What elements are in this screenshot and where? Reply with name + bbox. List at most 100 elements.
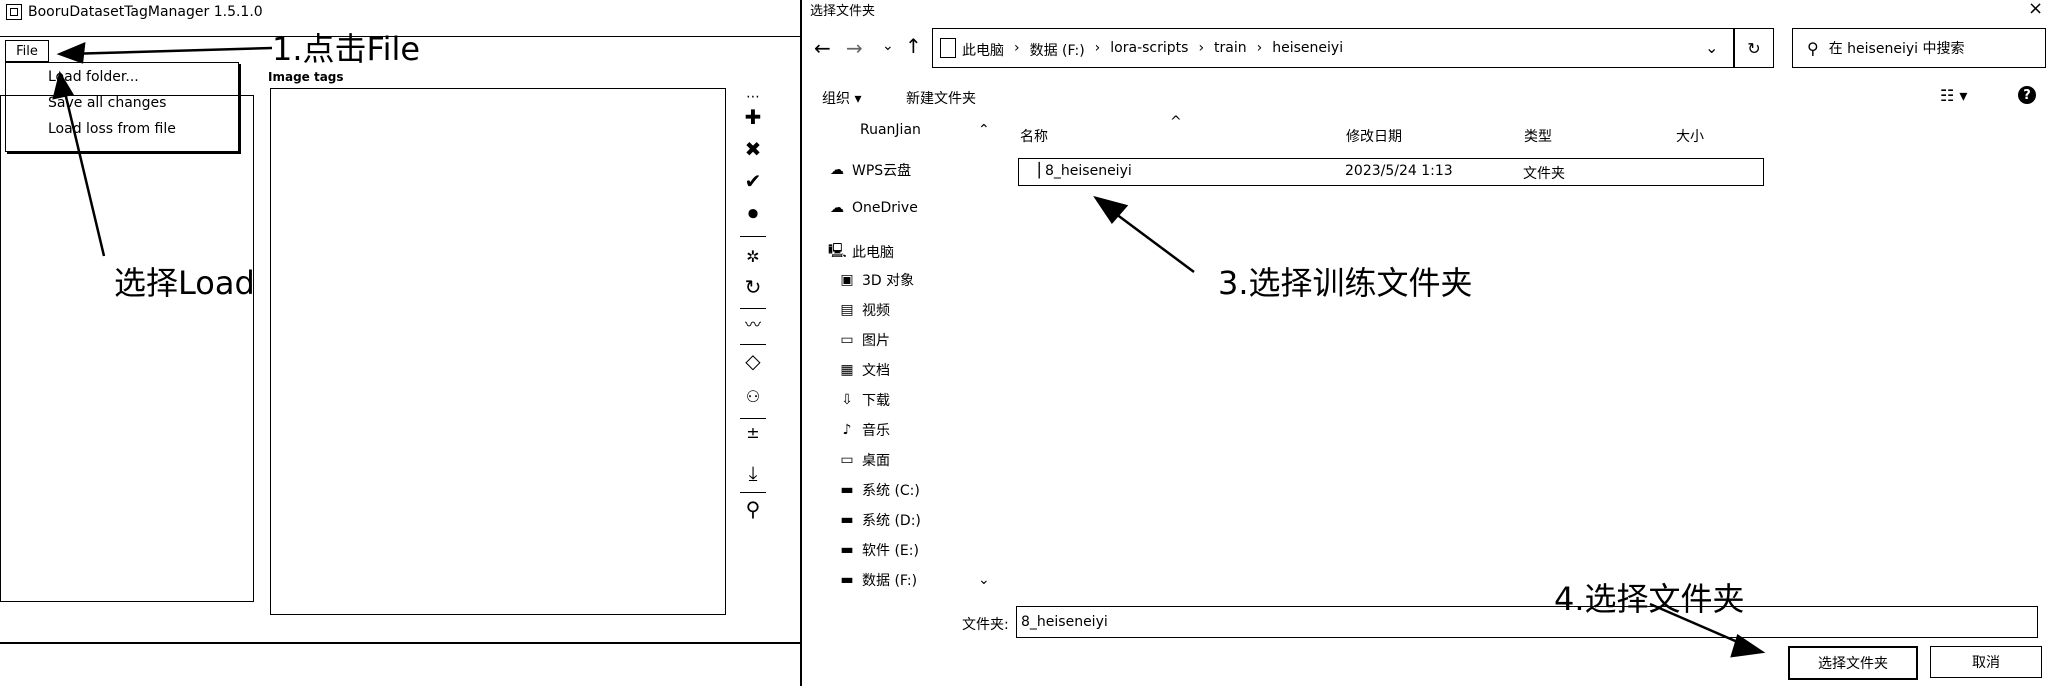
nav-item-videos[interactable]: ▤ 视频	[838, 300, 890, 320]
column-header-type[interactable]: 类型	[1524, 126, 1552, 146]
nav-item-this-pc[interactable]: 🖳 此电脑	[828, 240, 894, 264]
chevron-down-icon[interactable]: ⌄	[1705, 38, 1718, 57]
drive-icon: ▬	[840, 512, 854, 528]
tag-icon[interactable]: ◇	[740, 350, 766, 372]
folder-name-input[interactable]: 8_heiseneiyi	[1016, 606, 2038, 638]
app-title: BooruDatasetTagManager 1.5.1.0	[28, 4, 263, 20]
refresh-button[interactable]: ↻	[1734, 28, 1774, 68]
nav-item-documents[interactable]: ▦ 文档	[838, 360, 890, 380]
sort-caret-icon: ^	[1170, 114, 1182, 130]
nav-item-label: 下载	[862, 393, 890, 409]
cube-icon: ▣	[840, 272, 854, 288]
nav-item-label: 桌面	[862, 453, 890, 469]
nav-item-drive-c[interactable]: ▬ 系统 (C:)	[838, 480, 920, 500]
view-options-icon[interactable]: ☷ ▾	[1940, 86, 1967, 105]
nav-item-ruanjian[interactable]: RuanJian	[836, 122, 921, 138]
nav-item-label: WPS云盘	[852, 163, 912, 179]
refresh-icon: ↻	[1747, 38, 1761, 58]
breadcrumb-heiseneiyi[interactable]: heiseneiyi	[1272, 40, 1343, 60]
tag-toolbar: ⋯ ✚ ✖ ✔ ⏺ ✲ ↻ 〰 ◇ ⚇ ± ⤓ ⚲	[740, 86, 766, 526]
toolbar-separator	[740, 308, 766, 310]
check-icon[interactable]: ✔	[740, 170, 766, 192]
column-header-size[interactable]: 大小	[1676, 126, 1704, 146]
breadcrumb-train[interactable]: train	[1214, 40, 1247, 60]
computer-icon: 🖳	[828, 243, 847, 259]
file-menu[interactable]: File	[5, 40, 49, 62]
breadcrumb-separator-icon[interactable]: ›	[1198, 40, 1204, 60]
nav-item-label: 软件 (E:)	[862, 543, 919, 559]
annotation-step3: 3.选择训练文件夹	[1218, 264, 1473, 302]
folder-field-label: 文件夹:	[962, 617, 1009, 633]
image-list-panel[interactable]	[0, 95, 254, 602]
add-tag-icon[interactable]: ✚	[740, 106, 766, 128]
annotation-step4: 4.选择文件夹	[1554, 580, 1745, 618]
download-icon: ⇩	[841, 392, 853, 408]
nav-item-label: RuanJian	[860, 122, 921, 138]
person-search-icon[interactable]: ⚇	[740, 386, 766, 408]
folder-icon: ▕	[1029, 163, 1040, 179]
nav-item-label: 3D 对象	[862, 273, 915, 289]
breadcrumb-lora-scripts[interactable]: lora-scripts	[1110, 40, 1188, 60]
organize-button[interactable]: 组织 ▾	[822, 88, 861, 108]
up-arrow-icon[interactable]: ↑	[905, 34, 922, 58]
cancel-button[interactable]: 取消	[1930, 646, 2042, 678]
nav-item-downloads[interactable]: ⇩ 下载	[838, 390, 890, 410]
toolbar-separator	[740, 236, 766, 238]
nav-item-label: 文档	[862, 363, 890, 379]
nav-item-drive-e[interactable]: ▬ 软件 (E:)	[838, 540, 919, 560]
forward-arrow-icon[interactable]: →	[846, 36, 863, 60]
nav-item-label: 图片	[862, 333, 890, 349]
column-header-modified[interactable]: 修改日期	[1346, 126, 1402, 146]
help-icon[interactable]: ?	[2018, 86, 2036, 104]
breadcrumb: 此电脑 › 数据 (F:) › lora-scripts › train › h…	[962, 40, 1343, 60]
record-icon[interactable]: ⏺	[740, 202, 766, 224]
toolbar-separator	[740, 492, 766, 494]
breadcrumb-this-pc[interactable]: 此电脑	[962, 40, 1004, 60]
search-icon: ⚲	[1807, 38, 1819, 58]
breadcrumb-separator-icon[interactable]: ›	[1014, 40, 1020, 60]
nav-item-pictures[interactable]: ▭ 图片	[838, 330, 890, 350]
column-header-name[interactable]: 名称	[1020, 126, 1048, 146]
image-tags-panel[interactable]	[270, 88, 726, 615]
table-row[interactable]: ▕ 8_heiseneiyi 2023/5/24 1:13 文件夹	[1018, 158, 1764, 186]
nav-scroll-down-icon[interactable]: ⌄	[978, 572, 990, 588]
nav-item-onedrive[interactable]: ☁ OneDrive	[828, 200, 918, 216]
nav-item-label: 系统 (C:)	[862, 483, 920, 499]
new-folder-button[interactable]: 新建文件夹	[906, 88, 976, 108]
cloud-icon: ☁	[830, 162, 844, 178]
drive-icon: ▬	[840, 542, 854, 558]
nav-item-label: 此电脑	[852, 245, 894, 261]
wave-icon[interactable]: 〰	[740, 314, 766, 336]
back-arrow-icon[interactable]: ←	[814, 36, 831, 60]
recent-locations-icon[interactable]: ⌄	[882, 38, 894, 54]
nav-item-label: 系统 (D:)	[862, 513, 921, 529]
shuffle-icon[interactable]: ✖	[740, 138, 766, 160]
sparkle-icon[interactable]: ✲	[740, 246, 766, 268]
refresh-icon[interactable]: ↻	[740, 276, 766, 298]
nav-scroll-up-icon[interactable]: ⌃	[978, 122, 990, 138]
image-tags-label: Image tags	[268, 70, 344, 84]
search-icon[interactable]: ⚲	[740, 498, 766, 520]
nav-item-music[interactable]: ♪ 音乐	[838, 420, 890, 440]
desktop-icon: ▭	[840, 452, 854, 468]
nav-item-desktop[interactable]: ▭ 桌面	[838, 450, 890, 470]
breadcrumb-drive-f[interactable]: 数据 (F:)	[1030, 40, 1085, 60]
download-icon[interactable]: ⤓	[740, 462, 766, 484]
plus-minus-icon[interactable]: ±	[740, 422, 766, 444]
select-folder-button[interactable]: 选择文件夹	[1788, 646, 1918, 680]
nav-item-drive-f[interactable]: ▬ 数据 (F:)	[838, 570, 917, 590]
search-input[interactable]: ⚲ 在 heiseneiyi 中搜索	[1792, 28, 2046, 68]
video-icon: ▤	[840, 302, 854, 318]
nav-item-drive-d[interactable]: ▬ 系统 (D:)	[838, 510, 921, 530]
nav-item-wps-cloud[interactable]: ☁ WPS云盘	[828, 160, 911, 180]
nav-item-label: 数据 (F:)	[862, 573, 918, 589]
menu-item-load-folder[interactable]: Load folder...	[48, 69, 139, 85]
breadcrumb-separator-icon[interactable]: ›	[1257, 40, 1263, 60]
file-name: 8_heiseneiyi	[1045, 163, 1132, 179]
select-folder-dialog	[802, 0, 2059, 686]
breadcrumb-separator-icon[interactable]: ›	[1095, 40, 1101, 60]
nav-item-3d-objects[interactable]: ▣ 3D 对象	[838, 270, 914, 290]
toolbar-separator	[740, 418, 766, 420]
close-icon[interactable]: ×	[2028, 0, 2043, 19]
document-icon: ▦	[840, 362, 854, 378]
